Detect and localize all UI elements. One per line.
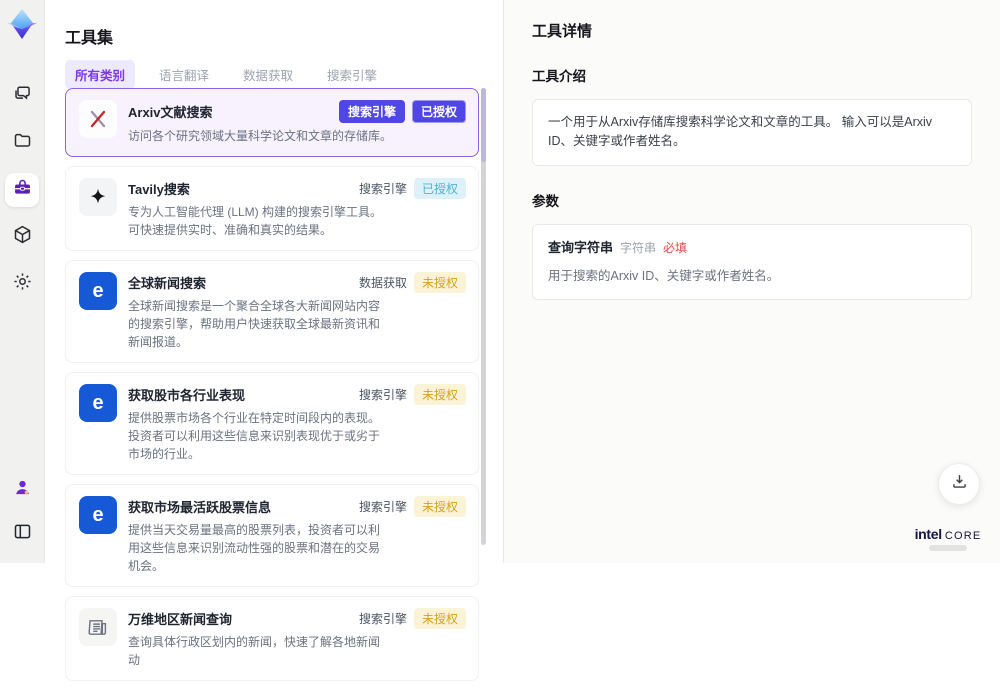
sidebar-item-models[interactable] — [5, 220, 39, 254]
category-label: 数据获取 — [358, 276, 407, 290]
tab-data-fetch[interactable]: 数据获取 — [233, 60, 303, 89]
card-title: Tavily搜索 — [128, 182, 190, 197]
finance-provider-logo-icon: e — [79, 496, 117, 534]
download-icon — [950, 472, 969, 496]
detail-title: 工具详情 — [532, 23, 593, 40]
tool-card-regional-news[interactable]: 万维地区新闻查询 搜索引擎 未授权 查询具体行政区划内的新闻，快速了解各地新闻动 — [65, 596, 479, 681]
panel-toggle-icon — [12, 521, 33, 547]
param-name: 查询字符串 — [548, 239, 614, 255]
status-badge: 已授权 — [411, 100, 466, 123]
user-icon — [12, 477, 33, 503]
intro-text: 一个用于从Arxiv存储库搜索科学论文和文章的工具。 输入可以是Arxiv ID… — [548, 115, 933, 149]
status-badge: 未授权 — [413, 384, 466, 405]
category-tabs: 所有类别 语言翻译 数据获取 搜索引擎 — [65, 60, 387, 89]
card-title: Arxiv文献搜索 — [128, 105, 213, 120]
category-label: 搜索引擎 — [358, 388, 407, 402]
card-desc: 全球新闻搜索是一个聚合全球各大新闻网站内容的搜索引擎，帮助用户快速获取全球最新资… — [128, 299, 381, 349]
tool-card-tavily[interactable]: Tavily搜索 搜索引擎 已授权 专为人工智能代理 (LLM) 构建的搜索引擎… — [65, 166, 479, 251]
page-title: 工具集 — [65, 30, 114, 47]
category-label: 搜索引擎 — [358, 182, 407, 196]
newspaper-icon — [79, 608, 117, 646]
tool-list-panel: 工具集 所有类别 语言翻译 数据获取 搜索引擎 Arxiv文献搜索 搜索引擎 已… — [46, 0, 503, 681]
tool-card-list: Arxiv文献搜索 搜索引擎 已授权 访问各个研究领域大量科学论文和文章的存储库… — [65, 88, 479, 690]
app-logo-icon — [5, 7, 39, 41]
card-desc: 提供当天交易量最高的股票列表，投资者可以利用这些信息来识别流动性强的股票和潜在的… — [128, 523, 381, 573]
toolbox-icon — [12, 177, 33, 203]
card-desc: 查询具体行政区划内的新闻，快速了解各地新闻动 — [128, 635, 381, 667]
category-label: 搜索引擎 — [358, 612, 407, 626]
card-title: 获取市场最活跃股票信息 — [128, 500, 272, 515]
folder-icon — [12, 130, 33, 156]
card-desc: 提供股票市场各个行业在特定时间段内的表现。投资者可以利用这些信息来识别表现优于或… — [128, 411, 381, 461]
sidebar-item-settings[interactable] — [5, 267, 39, 301]
tool-card-sector-performance[interactable]: e 获取股市各行业表现 搜索引擎 未授权 提供股票市场各个行业在特定时间段内的表… — [65, 372, 479, 475]
scrollbar-thumb[interactable] — [481, 88, 486, 162]
sidebar-rail — [0, 0, 45, 563]
chat-icon — [12, 83, 33, 109]
card-desc: 访问各个研究领域大量科学论文和文章的存储库。 — [128, 129, 393, 143]
tool-detail-panel: 工具详情 工具介绍 一个用于从Arxiv存储库搜索科学论文和文章的工具。 输入可… — [504, 0, 1000, 563]
tab-translation[interactable]: 语言翻译 — [149, 60, 219, 89]
core-wordmark: CORE — [944, 530, 982, 542]
list-scrollbar[interactable] — [481, 88, 486, 545]
gear-icon — [12, 271, 33, 297]
intel-wordmark: intel — [914, 526, 943, 542]
sidebar-item-collapse[interactable] — [5, 517, 39, 551]
status-badge: 未授权 — [413, 608, 466, 629]
tool-card-global-news[interactable]: e 全球新闻搜索 数据获取 未授权 全球新闻搜索是一个聚合全球各大新闻网站内容的… — [65, 260, 479, 363]
cube-icon — [12, 224, 33, 250]
tool-card-arxiv[interactable]: Arxiv文献搜索 搜索引擎 已授权 访问各个研究领域大量科学论文和文章的存储库… — [65, 88, 479, 157]
param-required-flag: 必填 — [663, 240, 688, 255]
param-box: 查询字符串 字符串 必填 用于搜索的Arxiv ID、关键字或作者姓名。 — [532, 223, 972, 301]
sparkle-icon — [79, 178, 117, 216]
intel-sub-badge — [929, 545, 967, 551]
card-title: 获取股市各行业表现 — [128, 388, 246, 403]
card-title: 万维地区新闻查询 — [128, 612, 233, 627]
category-badge: 搜索引擎 — [338, 100, 405, 123]
arxiv-logo-icon — [79, 100, 117, 138]
sidebar-item-account[interactable] — [5, 473, 39, 507]
sidebar-item-files[interactable] — [5, 126, 39, 160]
tab-search-engine[interactable]: 搜索引擎 — [317, 60, 387, 89]
sidebar-item-tools[interactable] — [5, 173, 39, 207]
download-button[interactable] — [938, 463, 980, 505]
sidebar-item-chat[interactable] — [5, 79, 39, 113]
param-desc: 用于搜索的Arxiv ID、关键字或作者姓名。 — [548, 268, 780, 283]
params-heading: 参数 — [532, 193, 559, 209]
tool-card-active-stocks[interactable]: e 获取市场最活跃股票信息 搜索引擎 未授权 提供当天交易量最高的股票列表，投资… — [65, 484, 479, 587]
category-label: 搜索引擎 — [358, 500, 407, 514]
card-title: 全球新闻搜索 — [128, 276, 207, 291]
status-badge: 未授权 — [413, 496, 466, 517]
finance-provider-logo-icon: e — [79, 384, 117, 422]
tab-all-categories[interactable]: 所有类别 — [65, 60, 136, 89]
status-badge: 未授权 — [413, 272, 466, 293]
news-provider-logo-icon: e — [79, 272, 117, 310]
intro-heading: 工具介绍 — [532, 69, 586, 84]
status-badge: 已授权 — [413, 178, 466, 199]
param-type: 字符串 — [620, 240, 657, 255]
intel-core-logo: intel CORE — [912, 526, 984, 551]
card-desc: 专为人工智能代理 (LLM) 构建的搜索引擎工具。可快速提供实时、准确和真实的结… — [128, 205, 383, 237]
intro-box: 一个用于从Arxiv存储库搜索科学论文和文章的工具。 输入可以是Arxiv ID… — [532, 99, 972, 166]
